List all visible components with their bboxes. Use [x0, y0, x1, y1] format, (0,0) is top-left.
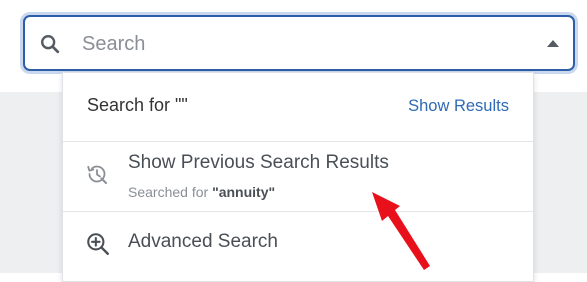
show-results-link[interactable]: Show Results	[408, 97, 509, 116]
search-box[interactable]	[23, 15, 575, 71]
annotation-arrow	[372, 192, 430, 270]
search-for-row[interactable]: Search for "" Show Results	[63, 73, 533, 142]
previous-search-results-item[interactable]: Show Previous Search Results Searched fo…	[63, 142, 533, 212]
caret-up-icon[interactable]	[547, 40, 559, 47]
zoom-in-icon	[87, 233, 109, 255]
search-for-label: Search for ""	[87, 95, 188, 115]
searched-for-prefix: Searched for	[128, 184, 213, 200]
history-icon	[87, 165, 107, 184]
search-input[interactable]	[82, 29, 522, 59]
search-icon	[41, 35, 60, 54]
searched-term: "annuity"	[212, 184, 276, 200]
search-suggestions-dropdown: Search for "" Show Results Show Previous…	[62, 72, 534, 282]
advanced-search-label: Advanced Search	[128, 231, 278, 252]
advanced-search-item[interactable]: Advanced Search	[63, 212, 533, 280]
previous-results-title: Show Previous Search Results	[128, 152, 389, 173]
previous-results-subtitle: Searched for "annuity"	[128, 184, 275, 200]
